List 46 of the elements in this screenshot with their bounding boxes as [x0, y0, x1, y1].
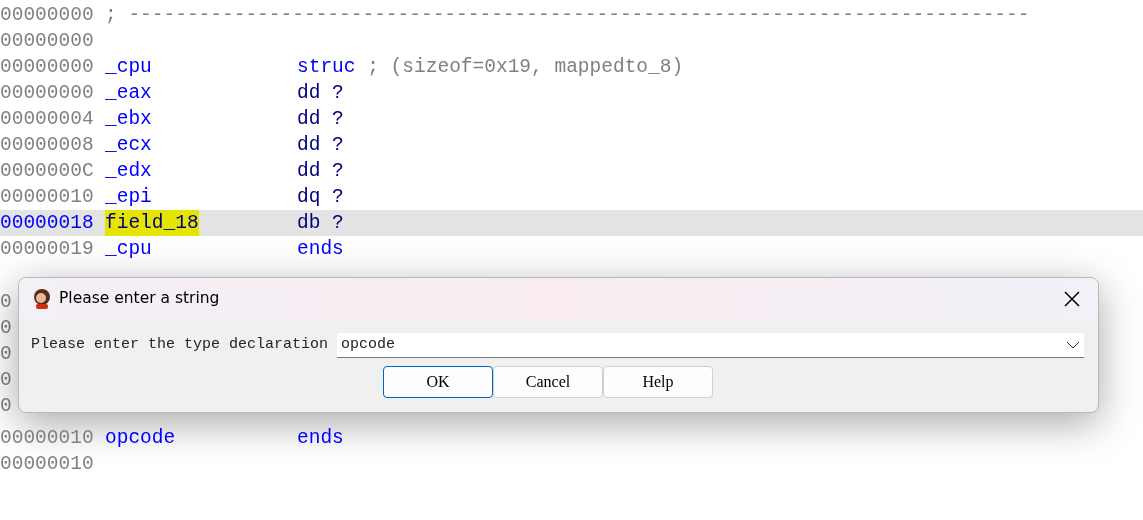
address: 00000008 [0, 133, 95, 158]
address: 0000000C [0, 159, 95, 184]
address: 00000000 [0, 3, 95, 28]
caret-icon [1066, 340, 1080, 350]
type-keyword: dd ? [297, 133, 344, 158]
field-name[interactable]: _edx [105, 158, 297, 184]
type-keyword: struc [297, 55, 356, 80]
address: 00000019 [0, 237, 95, 262]
type-keyword: db ? [297, 211, 344, 236]
field-name[interactable]: opcode [105, 425, 297, 451]
field-label: Please enter the type declaration [31, 335, 329, 356]
address: 0 [0, 394, 12, 419]
address: 00000000 [0, 29, 95, 54]
field-name[interactable]: _epi [105, 184, 297, 210]
address: 00000010 [0, 426, 95, 451]
address: 00000010 [0, 452, 95, 477]
address: 0 [0, 368, 12, 393]
type-keyword: dd ? [297, 81, 344, 106]
address: 0 [0, 342, 12, 367]
address: 00000000 [0, 55, 95, 80]
app-icon [31, 288, 53, 310]
address: 00000010 [0, 185, 95, 210]
address: 00000018 [0, 211, 95, 236]
field-name[interactable]: _cpu [105, 54, 297, 80]
comment: ; (sizeof=0x19, mappedto_8) [366, 55, 684, 80]
field-name[interactable]: _eax [105, 80, 297, 106]
field-name[interactable]: _ecx [105, 132, 297, 158]
type-keyword: dd ? [297, 159, 344, 184]
dialog-button[interactable]: Help [603, 366, 713, 398]
address: 0 [0, 316, 12, 341]
type-keyword: dq ? [297, 185, 344, 210]
comment: ; ----------------------------------------------------------------------------- [105, 3, 1030, 28]
dialog-button[interactable]: OK [383, 366, 493, 398]
field-name[interactable]: _ebx [105, 106, 297, 132]
address: 0 [0, 290, 12, 315]
close-icon[interactable] [1062, 289, 1082, 309]
address: 00000004 [0, 107, 95, 132]
type-keyword: dd ? [297, 107, 344, 132]
dialog-title: Please enter a string [59, 288, 220, 310]
dialog-button[interactable]: Cancel [493, 366, 603, 398]
type-dropdown[interactable]: opcode [337, 333, 1084, 358]
type-keyword: ends [297, 426, 344, 451]
type-keyword: ends [297, 237, 344, 262]
field-name[interactable]: _cpu [105, 236, 297, 262]
field-name[interactable]: field_18 [105, 210, 199, 236]
address: 00000000 [0, 81, 95, 106]
